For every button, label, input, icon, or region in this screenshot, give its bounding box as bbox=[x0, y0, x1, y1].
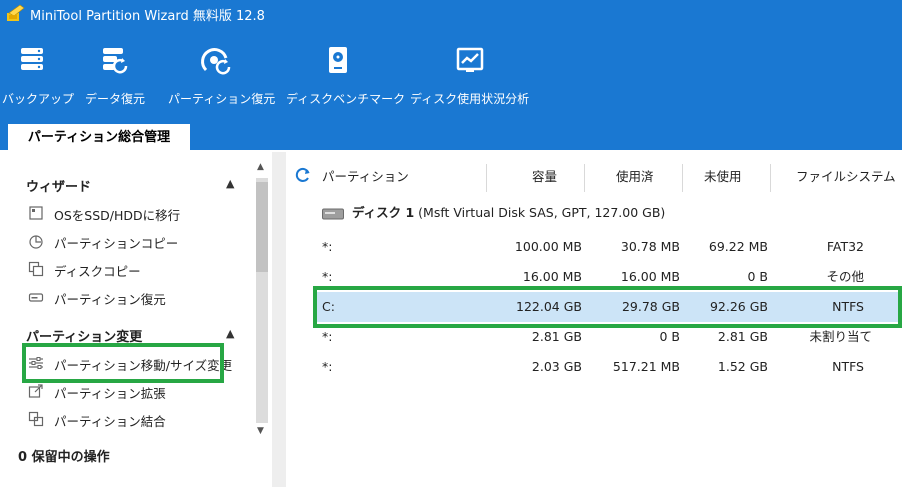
disk-row[interactable]: ディスク 1 (Msft Virtual Disk SAS, GPT, 127.… bbox=[352, 202, 665, 224]
cell-capacity: 100.00 MB bbox=[514, 239, 582, 254]
disk-benchmark-icon bbox=[329, 47, 347, 73]
space-analyzer-button[interactable]: ディスク使用状況分析 bbox=[410, 40, 530, 110]
disk-icon bbox=[322, 208, 344, 220]
wizard-section-title: ウィザード bbox=[26, 180, 92, 195]
partition-recovery-item[interactable]: パーティション復元 bbox=[26, 286, 246, 308]
migrate-os-icon bbox=[29, 206, 43, 220]
cell-unused: 69.22 MB bbox=[708, 239, 768, 254]
merge-partition-item[interactable]: パーティション結合 bbox=[26, 408, 246, 430]
title-bar: MiniTool Partition Wizard 無料版 12.8 bbox=[0, 0, 902, 26]
table-row[interactable]: *: 100.00 MB 30.78 MB 69.22 MB FAT32 bbox=[316, 232, 902, 262]
highlight-box-c-drive bbox=[313, 286, 902, 328]
partition-recovery-icon bbox=[201, 48, 231, 75]
cell-unused: 1.52 GB bbox=[717, 359, 768, 374]
extend-partition-icon bbox=[28, 384, 43, 398]
backup-icon bbox=[21, 48, 43, 70]
header-unused[interactable]: 未使用 bbox=[704, 162, 742, 192]
pending-operations: 0 保留中の操作 bbox=[18, 450, 110, 465]
disk-benchmark-label: ディスクベンチマーク bbox=[286, 92, 406, 106]
disk-benchmark-button[interactable]: ディスクベンチマーク bbox=[286, 40, 405, 110]
space-analyzer-label: ディスク使用状況分析 bbox=[410, 92, 530, 106]
space-analyzer-icon bbox=[456, 47, 484, 72]
app-title: MiniTool Partition Wizard 無料版 12.8 bbox=[30, 9, 265, 24]
scroll-thumb[interactable] bbox=[256, 182, 268, 272]
copy-partition-item[interactable]: パーティションコピー bbox=[26, 230, 246, 252]
tab-partition-management[interactable]: パーティション総合管理 bbox=[8, 124, 190, 152]
partition-recovery-label: パーティション復元 bbox=[168, 92, 276, 106]
copy-disk-item[interactable]: ディスクコピー bbox=[26, 258, 246, 280]
header-partition[interactable]: パーティション bbox=[322, 162, 409, 192]
highlight-box-move-resize bbox=[22, 343, 224, 383]
backup-button[interactable]: バックアップ bbox=[0, 40, 74, 110]
scroll-up-icon[interactable]: ▲ bbox=[257, 162, 264, 172]
cell-used: 517.21 MB bbox=[612, 359, 680, 374]
copy-disk-icon bbox=[28, 261, 44, 277]
app-logo-icon bbox=[7, 4, 25, 21]
partition-recovery-label: パーティション復元 bbox=[54, 292, 166, 307]
disk-recovery-icon bbox=[28, 293, 44, 302]
table-row[interactable]: *: 2.03 GB 517.21 MB 1.52 GB NTFS bbox=[316, 352, 902, 382]
cell-filesystem: FAT32 bbox=[826, 239, 864, 254]
copy-partition-label: パーティションコピー bbox=[54, 236, 179, 251]
copy-partition-icon bbox=[29, 235, 43, 249]
table-header: パーティション 容量 使用済 未使用 ファイルシステム bbox=[286, 162, 902, 192]
collapse-wizard-icon[interactable]: ▲ bbox=[226, 177, 234, 190]
ribbon: MiniTool Partition Wizard 無料版 12.8 バックアッ… bbox=[0, 0, 902, 152]
header-used[interactable]: 使用済 bbox=[616, 162, 654, 192]
backup-label: バックアップ bbox=[2, 92, 75, 106]
extend-partition-item[interactable]: パーティション拡張 bbox=[26, 380, 246, 402]
disk-name: ディスク 1 bbox=[352, 205, 415, 220]
copy-disk-label: ディスクコピー bbox=[54, 264, 141, 279]
data-recovery-label: データ復元 bbox=[85, 92, 146, 106]
migrate-os-label: OSをSSD/HDDに移行 bbox=[54, 208, 181, 223]
migrate-os-item[interactable]: OSをSSD/HDDに移行 bbox=[26, 202, 246, 224]
panel-splitter[interactable] bbox=[272, 152, 286, 487]
merge-partition-label: パーティション結合 bbox=[54, 414, 166, 429]
header-capacity[interactable]: 容量 bbox=[532, 162, 557, 192]
cell-capacity: 2.03 GB bbox=[531, 359, 582, 374]
scroll-down-icon[interactable]: ▼ bbox=[257, 426, 264, 436]
sidebar-scrollbar[interactable]: ▲ ▼ bbox=[254, 160, 270, 440]
partition-recovery-button[interactable]: パーティション復元 bbox=[168, 40, 275, 110]
cell-partition: *: bbox=[322, 239, 333, 254]
cell-used: 30.78 MB bbox=[620, 239, 680, 254]
cell-partition: *: bbox=[322, 359, 333, 374]
merge-partition-icon bbox=[28, 411, 44, 427]
extend-partition-label: パーティション拡張 bbox=[54, 386, 166, 401]
data-recovery-button[interactable]: データ復元 bbox=[82, 40, 146, 110]
header-filesystem[interactable]: ファイルシステム bbox=[796, 162, 896, 192]
cell-filesystem: NTFS bbox=[832, 359, 864, 374]
disk-detail: (Msft Virtual Disk SAS, GPT, 127.00 GB) bbox=[418, 205, 666, 220]
collapse-partition-change-icon[interactable]: ▲ bbox=[226, 327, 234, 340]
data-recovery-icon bbox=[103, 48, 128, 74]
